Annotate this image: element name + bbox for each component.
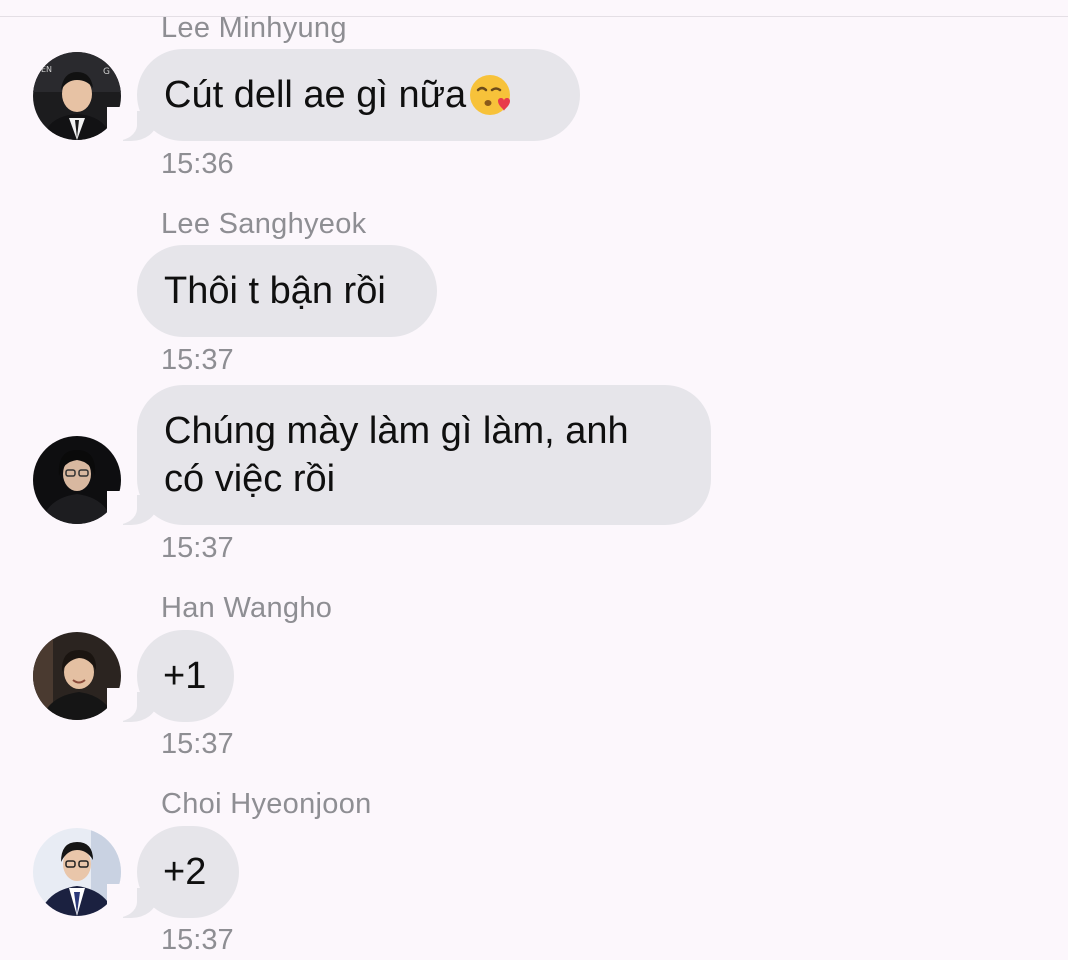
message-bubble[interactable]: +2 xyxy=(107,826,239,918)
timestamp: 15:37 xyxy=(161,924,234,956)
message-text: Thôi t bận rồi xyxy=(164,270,386,312)
sender-name: Lee Minhyung xyxy=(161,12,347,44)
timestamp: 15:36 xyxy=(161,148,234,180)
message-text: Cút dell ae gì nữa xyxy=(164,74,467,116)
sender-name: Han Wangho xyxy=(161,592,333,624)
message-text-line: Chúng mày làm gì làm, anh xyxy=(164,410,629,452)
message-bubble[interactable]: Chúng mày làm gì làm, anh có việc rồi xyxy=(107,385,711,525)
timestamp: 15:37 xyxy=(161,728,234,760)
sender-name: Choi Hyeonjoon xyxy=(161,788,372,820)
message-text-line: có việc rồi xyxy=(164,458,336,500)
message-text: +1 xyxy=(163,655,207,697)
svg-text:EN: EN xyxy=(41,65,52,74)
timestamp: 15:37 xyxy=(161,532,234,564)
message-bubble[interactable]: +1 xyxy=(107,630,234,722)
svg-text:G: G xyxy=(103,67,110,77)
message-bubble[interactable]: Cút dell ae gì nữa xyxy=(107,49,580,141)
sender-name: Lee Sanghyeok xyxy=(161,208,367,240)
message-text: +2 xyxy=(163,851,207,893)
kissing-heart-emoji-icon xyxy=(470,75,511,115)
message-bubble[interactable]: Thôi t bận rồi xyxy=(137,245,437,337)
timestamp: 15:37 xyxy=(161,344,234,376)
